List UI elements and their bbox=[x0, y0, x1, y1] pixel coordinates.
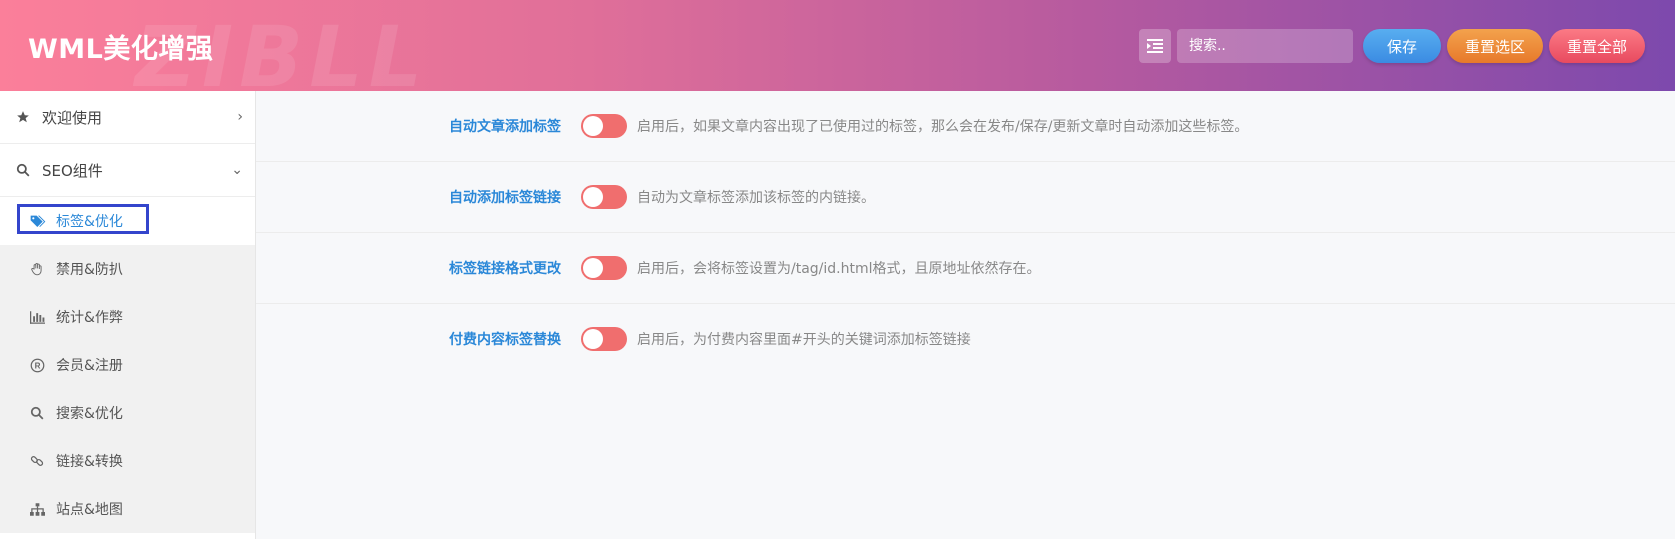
toggle-knob bbox=[583, 116, 603, 136]
setting-label: 自动文章添加标签 bbox=[449, 119, 561, 135]
setting-label: 付费内容标签替换 bbox=[449, 332, 561, 348]
setting-row: 付费内容标签替换 启用后，为付费内容里面#开头的关键词添加标签链接 bbox=[256, 304, 1675, 374]
header-tools: 保存 重置选区 重置全部 bbox=[1138, 28, 1645, 64]
setting-description: 自动为文章标签添加该标签的内链接。 bbox=[637, 190, 875, 206]
toggle-knob bbox=[583, 258, 603, 278]
star-icon bbox=[16, 110, 34, 124]
chevron-right-icon: › bbox=[237, 109, 243, 125]
setting-label: 自动添加标签链接 bbox=[449, 190, 561, 206]
sidebar-item-search[interactable]: 搜索&优化 bbox=[0, 389, 255, 437]
save-button[interactable]: 保存 bbox=[1362, 29, 1441, 63]
indent-icon bbox=[1146, 39, 1163, 53]
sidebar-item-tags[interactable]: 标签&优化 bbox=[0, 197, 255, 245]
hand-icon bbox=[30, 262, 48, 276]
toggle-knob bbox=[583, 187, 603, 207]
sidebar-item-disable[interactable]: 禁用&防扒 bbox=[0, 245, 255, 293]
active-highlight bbox=[17, 204, 149, 234]
registered-icon: R bbox=[30, 358, 48, 373]
auto-tag-toggle[interactable] bbox=[581, 114, 627, 138]
bar-chart-icon bbox=[30, 310, 48, 324]
sidebar-item-label: 欢迎使用 bbox=[42, 108, 103, 127]
sidebar-item-label: 禁用&防扒 bbox=[56, 262, 123, 278]
sitemap-icon bbox=[30, 502, 48, 516]
setting-row: 标签链接格式更改 启用后，会将标签设置为/tag/id.html格式，且原地址依… bbox=[256, 233, 1675, 304]
sidebar-item-label: SEO组件 bbox=[42, 161, 103, 180]
settings-panel: 自动文章添加标签 启用后，如果文章内容出现了已使用过的标签，那么会在发布/保存/… bbox=[256, 91, 1675, 374]
auto-tag-link-toggle[interactable] bbox=[581, 185, 627, 209]
setting-description: 启用后，会将标签设置为/tag/id.html格式，且原地址依然存在。 bbox=[637, 261, 1041, 277]
brand-title: WML美化增强 bbox=[28, 34, 214, 65]
tag-link-format-toggle[interactable] bbox=[581, 256, 627, 280]
reset-all-button[interactable]: 重置全部 bbox=[1548, 29, 1645, 63]
sidebar-item-label: 会员&注册 bbox=[56, 358, 123, 374]
svg-text:R: R bbox=[35, 361, 41, 370]
sidebar-item-label: 站点&地图 bbox=[56, 502, 123, 518]
setting-row: 自动添加标签链接 自动为文章标签添加该标签的内链接。 bbox=[256, 162, 1675, 233]
setting-description: 启用后，为付费内容里面#开头的关键词添加标签链接 bbox=[637, 332, 971, 348]
sidebar-item-sitemap[interactable]: 站点&地图 bbox=[0, 485, 255, 533]
reset-section-button[interactable]: 重置选区 bbox=[1446, 29, 1543, 63]
sidebar-item-stats[interactable]: 统计&作弊 bbox=[0, 293, 255, 341]
sidebar-item-label: 统计&作弊 bbox=[56, 310, 123, 326]
search-icon bbox=[16, 163, 34, 177]
search-icon bbox=[30, 406, 48, 420]
settings-app: ZIBLL WML美化增强 保存 重置选区 重置全部 欢迎使用 bbox=[0, 0, 1675, 539]
paid-content-tag-toggle[interactable] bbox=[581, 327, 627, 351]
search-input[interactable] bbox=[1176, 29, 1353, 63]
seo-submenu: 标签&优化 禁用&防扒 统计&作弊 R 会员&注册 搜索&优化 链接&转换 站点… bbox=[0, 197, 255, 533]
sidebar: 欢迎使用 › SEO组件 ⌄ 标签&优化 禁用&防扒 统计&作弊 R 会员&注册… bbox=[0, 91, 256, 539]
chevron-down-icon: ⌄ bbox=[231, 162, 243, 178]
expand-icon[interactable] bbox=[1138, 29, 1171, 63]
sidebar-item-welcome[interactable]: 欢迎使用 › bbox=[0, 91, 255, 144]
toggle-knob bbox=[583, 329, 603, 349]
link-icon bbox=[30, 454, 48, 468]
sidebar-item-seo[interactable]: SEO组件 ⌄ bbox=[0, 144, 255, 197]
setting-row: 自动文章添加标签 启用后，如果文章内容出现了已使用过的标签，那么会在发布/保存/… bbox=[256, 91, 1675, 162]
header: ZIBLL WML美化增强 保存 重置选区 重置全部 bbox=[0, 0, 1675, 91]
sidebar-item-link[interactable]: 链接&转换 bbox=[0, 437, 255, 485]
sidebar-item-label: 搜索&优化 bbox=[56, 406, 123, 422]
setting-label: 标签链接格式更改 bbox=[449, 261, 561, 277]
setting-description: 启用后，如果文章内容出现了已使用过的标签，那么会在发布/保存/更新文章时自动添加… bbox=[637, 119, 1249, 135]
sidebar-item-member[interactable]: R 会员&注册 bbox=[0, 341, 255, 389]
sidebar-item-label: 链接&转换 bbox=[56, 454, 123, 470]
